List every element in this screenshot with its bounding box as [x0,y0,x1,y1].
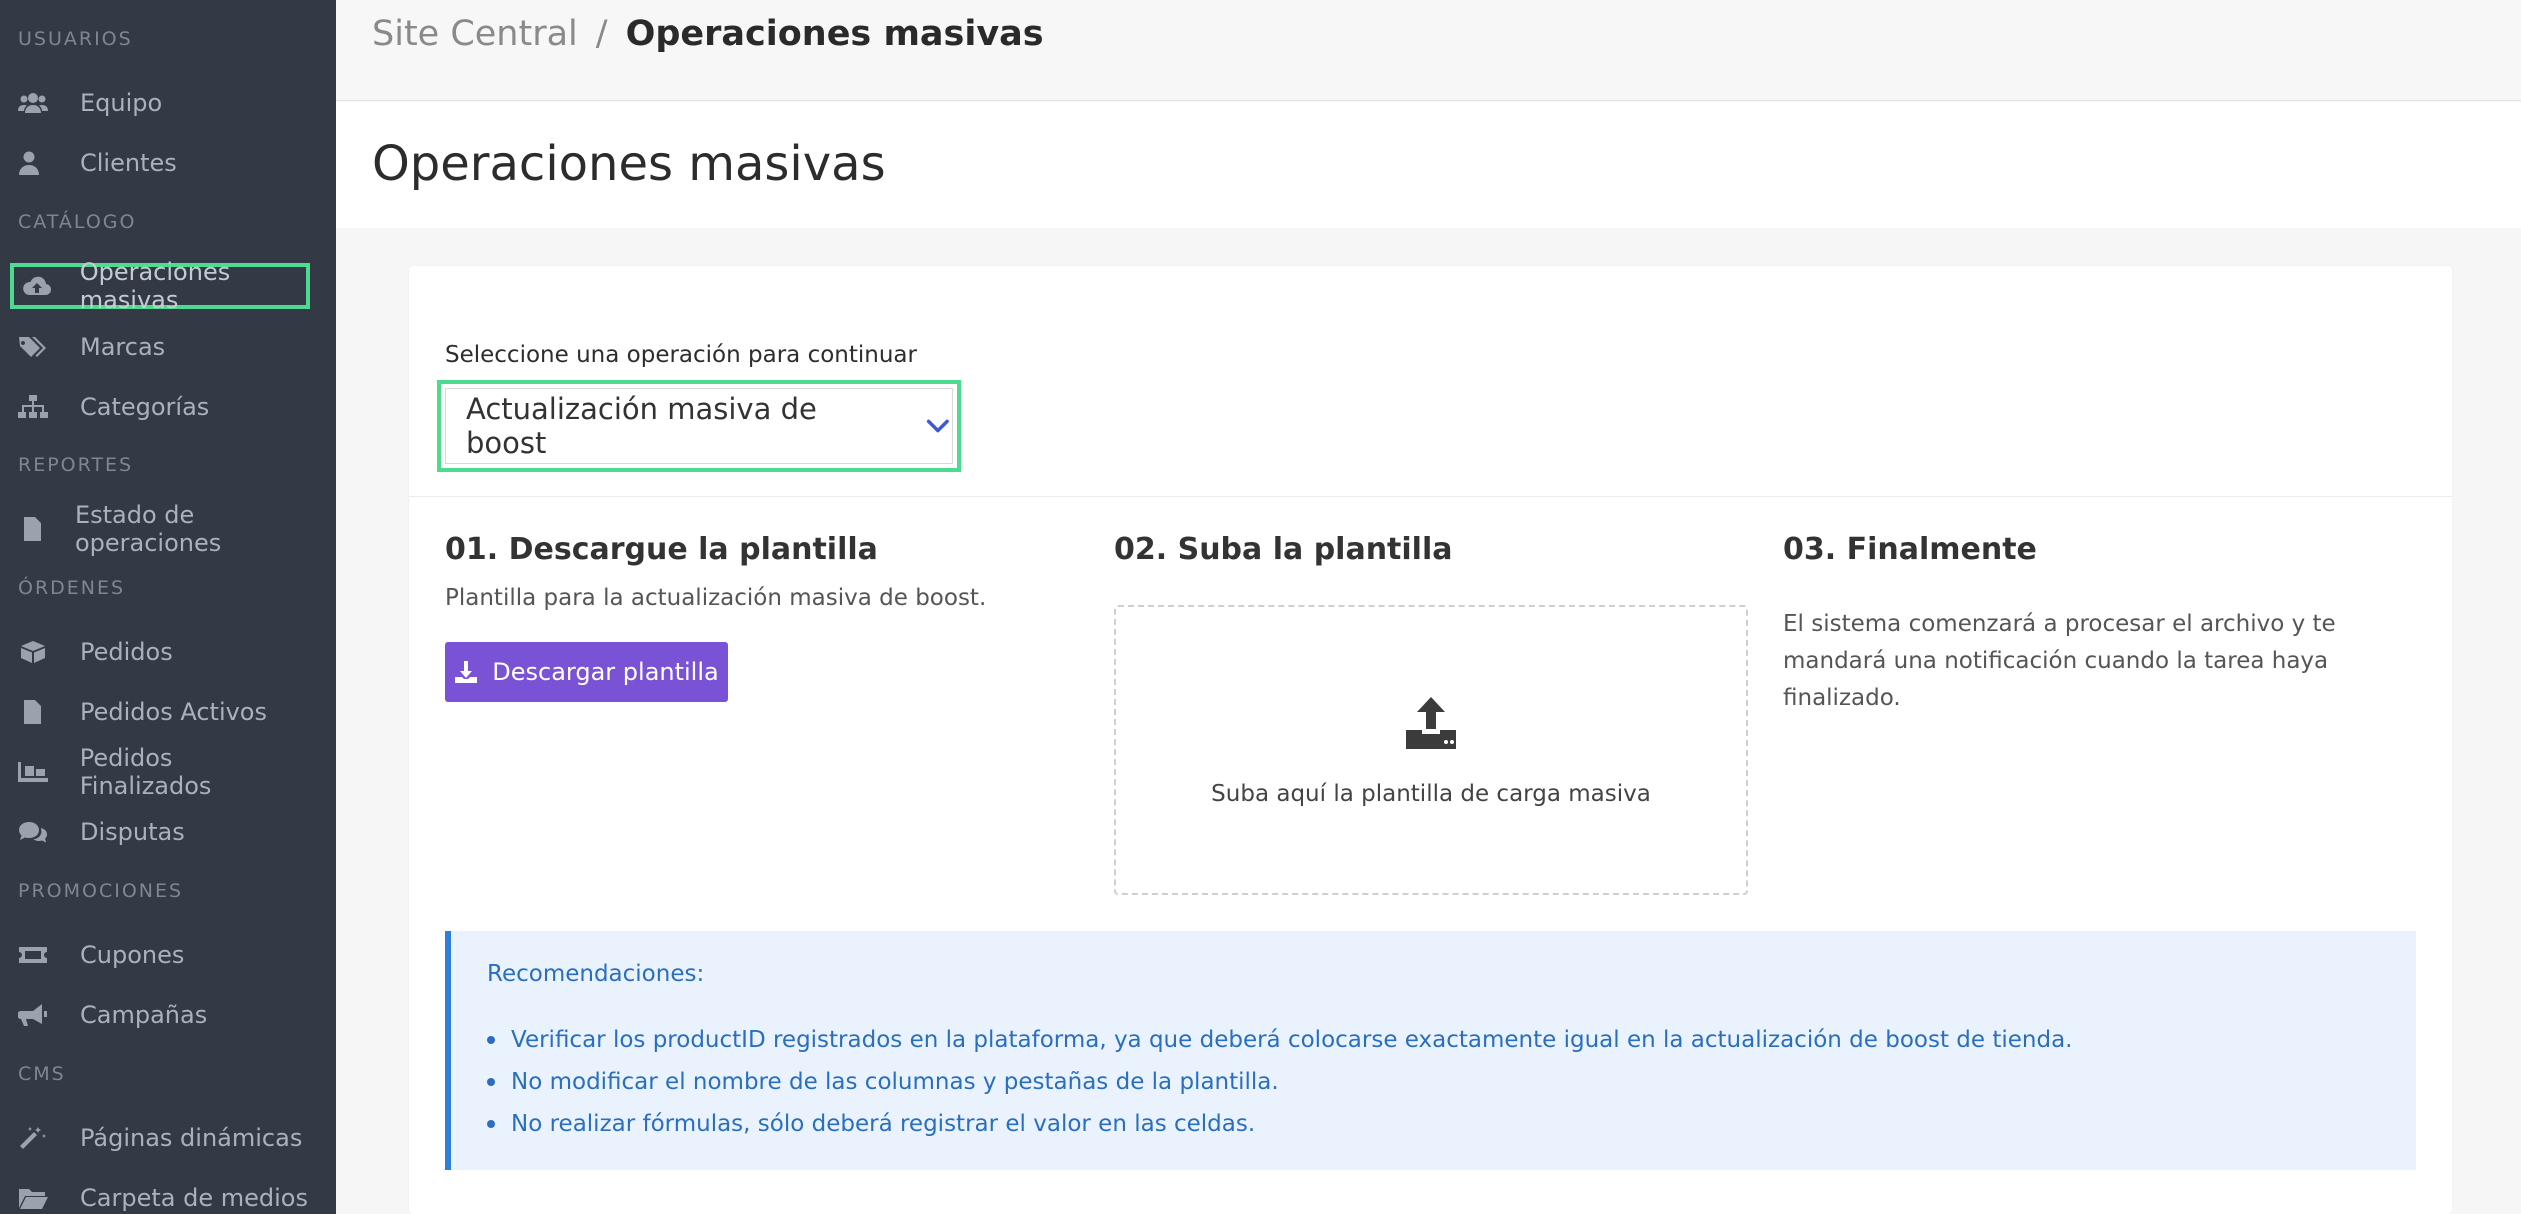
sidebar-item-operaciones-masivas[interactable]: Operaciones masivas [10,258,310,314]
operation-select-label: Seleccione una operación para continuar [445,342,917,368]
breadcrumb-parent[interactable]: Site Central [372,14,578,54]
step1-title: 01. Descargue la plantilla [445,532,878,567]
upload-icon [1406,697,1456,749]
sidebar-item-paginas-dinamicas[interactable]: Páginas dinámicas [10,1117,310,1159]
recommendation-item: No realizar fórmulas, sólo deberá regist… [487,1103,2072,1145]
sidebar-item-label: Campañas [80,1001,208,1029]
sidebar-item-label: Cupones [80,941,185,969]
sidebar-section-reportes: REPORTES [18,454,134,476]
megaphone-icon [18,1001,54,1029]
user-icon [18,149,54,177]
sidebar-item-label: Marcas [80,333,166,361]
recommendation-item: No modificar el nombre de las columnas y… [487,1061,2072,1103]
sidebar-section-usuarios: USUARIOS [18,28,133,50]
divider [409,496,2452,497]
breadcrumb: Site Central / Operaciones masivas [372,14,1044,54]
sidebar-item-label: Categorías [80,393,210,421]
breadcrumb-separator: / [595,14,608,54]
tags-icon [18,333,54,361]
breadcrumb-current: Operaciones masivas [625,14,1044,54]
recommendations-title: Recomendaciones: [487,961,705,987]
sidebar-item-clientes[interactable]: Clientes [10,142,310,184]
sidebar-item-label: Estado de operaciones [74,501,222,557]
bulk-operations-card: Seleccione una operación para continuar … [409,266,2452,1214]
sidebar-item-pedidos-finalizados[interactable]: Pedidos Finalizados [10,744,310,800]
sidebar-item-label: Pedidos Finalizados [79,744,212,800]
topbar: Site Central / Operaciones masivas [336,0,2521,101]
sidebar-item-label: Pedidos [80,638,173,666]
pallet-icon [18,758,54,786]
step1-description: Plantilla para la actualización masiva d… [445,585,987,611]
step3-title: 03. Finalmente [1783,532,2037,567]
download-template-button[interactable]: Descargar plantilla [445,642,728,702]
sidebar-item-pedidos[interactable]: Pedidos [10,631,310,673]
users-icon [18,89,54,117]
sidebar-item-marcas[interactable]: Marcas [10,326,310,368]
operation-select-value: Actualización masiva de boost [466,392,817,460]
ticket-icon [18,941,54,969]
dropzone-text: Suba aquí la plantilla de carga masiva [1211,781,1651,807]
page-title: Operaciones masivas [372,136,886,192]
recommendations-list: Verificar los productID registrados en l… [487,1019,2072,1145]
recommendations-alert: Recomendaciones: Verificar los productID… [445,931,2416,1170]
sidebar-item-cupones[interactable]: Cupones [10,934,310,976]
sidebar-item-equipo[interactable]: Equipo [10,82,310,124]
sidebar-item-estado-operaciones[interactable]: Estado de operaciones [10,501,310,557]
sidebar-item-label: Operaciones masivas [79,258,231,314]
sidebar-item-pedidos-activos[interactable]: Pedidos Activos [10,691,310,733]
sidebar-section-ordenes: ÓRDENES [18,577,126,599]
step3-description: El sistema comenzará a procesar el archi… [1783,611,2336,711]
upload-dropzone[interactable]: Suba aquí la plantilla de carga masiva [1114,605,1748,895]
sidebar-section-catalogo: CATÁLOGO [18,211,137,233]
magic-wand-icon [18,1124,54,1152]
cloud-upload-icon [22,272,54,300]
download-icon [455,661,478,683]
file-report-icon [18,515,49,543]
sidebar-item-label: Disputas [80,818,185,846]
recommendation-item: Verificar los productID registrados en l… [487,1019,2072,1061]
sidebar: USUARIOS Equipo Clientes CATÁLOGO Operac… [0,0,336,1214]
folder-icon [18,1184,54,1212]
sidebar-item-disputas[interactable]: Disputas [10,811,310,853]
sidebar-section-cms: CMS [18,1063,66,1085]
sitemap-icon [18,393,54,421]
sidebar-item-carpeta-medios[interactable]: Carpeta de medios [10,1177,310,1214]
chevron-down-icon [927,419,950,433]
sidebar-item-label: Páginas dinámicas [80,1124,303,1152]
sidebar-item-label: Equipo [80,89,163,117]
sidebar-section-promociones: PROMOCIONES [18,880,184,902]
title-bar: Operaciones masivas [336,102,2521,228]
comments-icon [18,818,54,846]
operation-select[interactable]: Actualización masiva de boost [445,388,953,464]
sidebar-item-label: Pedidos Activos [80,698,267,726]
box-icon [18,638,54,666]
operation-select-highlight: Actualización masiva de boost [437,380,961,472]
download-template-label: Descargar plantilla [492,658,719,686]
sidebar-item-campanas[interactable]: Campañas [10,994,310,1036]
sidebar-item-label: Carpeta de medios [80,1184,308,1212]
step2-title: 02. Suba la plantilla [1114,532,1453,567]
sidebar-item-label: Clientes [80,149,177,177]
file-icon [18,698,54,726]
sidebar-item-categorias[interactable]: Categorías [10,386,310,428]
